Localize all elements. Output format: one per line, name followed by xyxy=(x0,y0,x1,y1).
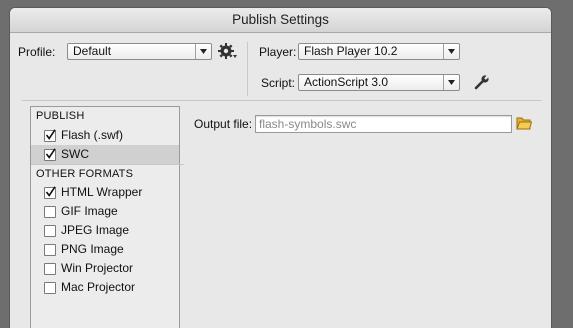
swc-checkbox[interactable] xyxy=(44,148,56,161)
html-wrapper-checkbox[interactable] xyxy=(44,186,56,199)
format-list: PUBLISH Flash (.swf) SWC OTHER FORMATS H… xyxy=(30,106,184,328)
dialog-title: Publish Settings xyxy=(10,8,551,33)
gear-icon[interactable] xyxy=(218,42,238,60)
player-label: Player: xyxy=(259,45,297,59)
wrench-icon[interactable] xyxy=(474,74,490,90)
win-projector-checkbox[interactable] xyxy=(44,263,56,275)
format-item-label: Flash (.swf) xyxy=(61,128,124,142)
script-value: ActionScript 3.0 xyxy=(304,75,389,89)
format-item-label: JPEG Image xyxy=(61,223,130,237)
format-item-label: PNG Image xyxy=(61,242,124,256)
folder-icon[interactable] xyxy=(516,115,533,131)
format-item-mac-projector[interactable]: Mac Projector xyxy=(31,278,179,297)
jpeg-image-checkbox[interactable] xyxy=(44,225,56,237)
format-item-jpeg-image[interactable]: JPEG Image xyxy=(31,221,179,240)
chevron-down-icon xyxy=(443,44,459,59)
format-item-png-image[interactable]: PNG Image xyxy=(31,240,179,259)
format-item-gif-image[interactable]: GIF Image xyxy=(31,202,179,221)
player-value: Flash Player 10.2 xyxy=(304,44,398,58)
script-select[interactable]: ActionScript 3.0 xyxy=(298,74,460,91)
header-divider xyxy=(247,42,248,96)
format-item-label: Win Projector xyxy=(61,261,134,275)
format-item-label: HTML Wrapper xyxy=(61,185,143,199)
flash-swf-checkbox[interactable] xyxy=(44,129,56,142)
output-file-field[interactable]: flash-symbols.swc xyxy=(255,115,512,133)
chevron-down-icon xyxy=(443,75,459,90)
script-label: Script: xyxy=(261,76,296,90)
format-item-html-wrapper[interactable]: HTML Wrapper xyxy=(31,183,179,202)
profile-label: Profile: xyxy=(18,45,56,59)
format-item-win-projector[interactable]: Win Projector xyxy=(31,259,179,278)
publish-settings-dialog: Publish Settings Profile: Default Player… xyxy=(10,8,551,328)
format-item-label: GIF Image xyxy=(61,204,118,218)
gif-image-checkbox[interactable] xyxy=(44,206,56,218)
format-item-flash-swf[interactable]: Flash (.swf) xyxy=(31,126,179,145)
format-item-label: Mac Projector xyxy=(61,280,136,294)
chevron-down-icon xyxy=(195,44,211,59)
png-image-checkbox[interactable] xyxy=(44,244,56,256)
other-formats-header: OTHER FORMATS xyxy=(31,164,184,184)
section-divider xyxy=(22,100,542,101)
format-item-swc[interactable]: SWC xyxy=(31,145,179,164)
mac-projector-checkbox[interactable] xyxy=(44,282,56,294)
player-select[interactable]: Flash Player 10.2 xyxy=(298,43,460,60)
output-file-label: Output file: xyxy=(194,117,253,131)
profile-value: Default xyxy=(73,44,112,58)
format-item-label: SWC xyxy=(61,147,89,161)
profile-select[interactable]: Default xyxy=(67,43,212,60)
publish-header: PUBLISH xyxy=(36,110,85,122)
output-file-value: flash-symbols.swc xyxy=(259,117,357,131)
